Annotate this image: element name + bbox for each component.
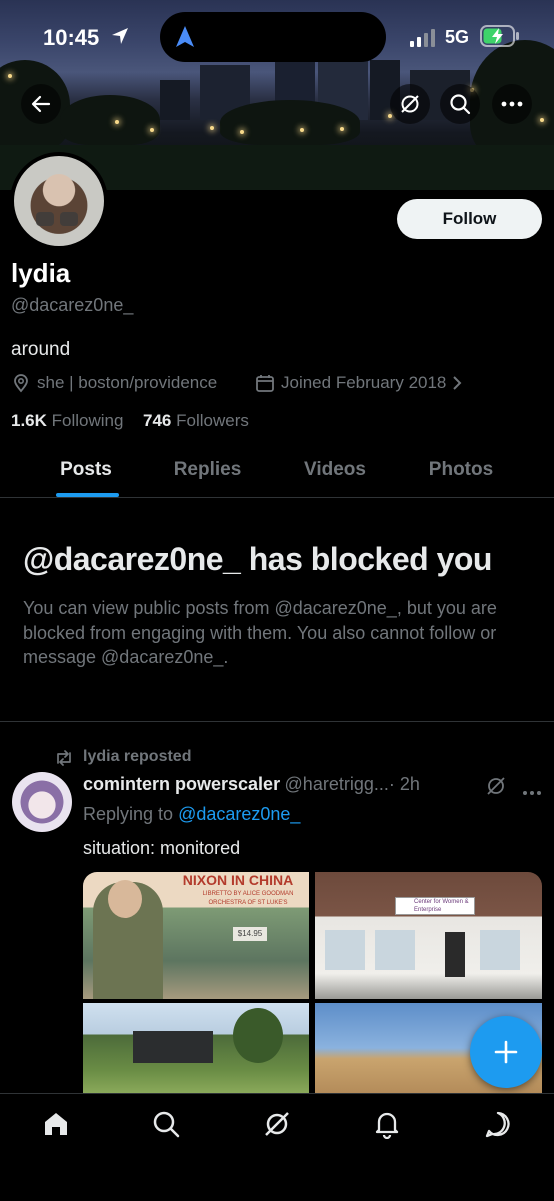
album-title: NIXON IN CHINA xyxy=(182,872,294,888)
dynamic-island xyxy=(160,12,386,62)
following-count: 1.6K xyxy=(11,411,47,430)
more-icon xyxy=(501,101,523,107)
contact-icon xyxy=(60,212,78,226)
compose-button[interactable] xyxy=(470,1016,542,1088)
building-door xyxy=(445,932,465,977)
following-count-link[interactable]: 1.6K Following xyxy=(11,411,123,431)
post-more-button[interactable] xyxy=(522,783,542,801)
following-label: Following xyxy=(51,411,124,430)
profile-location: she | boston/providence xyxy=(11,373,217,393)
post-image-building[interactable]: Center for Women & Enterprise xyxy=(315,872,542,999)
status-time: 10:45 xyxy=(43,25,100,50)
search-icon xyxy=(153,1111,180,1138)
post-time: · 2h xyxy=(388,774,420,794)
post-header: comintern powerscaler @haretrigg...· 2h xyxy=(83,774,420,795)
calendar-icon xyxy=(256,375,274,392)
repost-label[interactable]: lydia reposted xyxy=(83,748,191,766)
battery-icon xyxy=(480,25,520,52)
building-sign: Center for Women & Enterprise xyxy=(395,897,475,915)
building-window xyxy=(375,930,415,970)
repost-icon xyxy=(54,749,74,772)
nav-notifications[interactable] xyxy=(371,1108,403,1140)
post-image-album[interactable]: NIXON IN CHINA LIBRETTO BY ALICE GOODMAN… xyxy=(83,872,309,999)
post-image-park[interactable] xyxy=(83,1003,309,1093)
followers-count-link[interactable]: 746 Followers xyxy=(143,411,249,431)
search-button[interactable] xyxy=(440,84,480,124)
grok-icon xyxy=(265,1112,289,1136)
home-icon xyxy=(45,1113,67,1135)
nav-home[interactable] xyxy=(40,1108,72,1140)
replying-to-link[interactable]: @dacarez0ne_ xyxy=(178,804,300,824)
notifications-icon xyxy=(375,1112,399,1139)
nav-messages[interactable] xyxy=(482,1108,514,1140)
location-arrow-icon xyxy=(110,26,130,51)
profile-avatar[interactable] xyxy=(10,152,108,250)
nav-grok[interactable] xyxy=(261,1108,293,1140)
grok-post-button[interactable] xyxy=(485,775,507,802)
location-text: she | boston/providence xyxy=(37,373,218,392)
video-icon xyxy=(36,212,54,226)
album-subtitle: LIBRETTO BY ALICE GOODMAN xyxy=(202,891,294,897)
building-window xyxy=(325,930,365,970)
followers-label: Followers xyxy=(176,411,249,430)
tab-videos[interactable]: Videos xyxy=(290,459,380,509)
blocked-message: You can view public posts from @dacarez0… xyxy=(23,598,497,667)
building-window xyxy=(480,930,520,970)
post-author-avatar[interactable] xyxy=(12,772,72,832)
follow-button[interactable]: Follow xyxy=(397,199,542,239)
navigation-arrow-icon xyxy=(176,26,194,47)
followers-count: 746 xyxy=(143,411,172,430)
price-sticker: $14.95 xyxy=(233,927,267,941)
more-icon xyxy=(523,791,541,795)
search-icon xyxy=(450,94,471,115)
post-text: situation: monitored xyxy=(83,838,241,858)
signal-icon xyxy=(410,29,436,52)
profile-joined[interactable]: Joined February 2018 xyxy=(255,373,462,393)
section-divider xyxy=(0,721,554,722)
nav-search[interactable] xyxy=(150,1108,182,1140)
location-pin-icon xyxy=(14,374,28,393)
replying-to: Replying to @dacarez0ne_ xyxy=(83,804,300,825)
tabs-divider xyxy=(0,497,554,498)
slash-circle-icon xyxy=(487,777,505,795)
tab-photos[interactable]: Photos xyxy=(415,459,507,509)
slash-circle-icon xyxy=(401,95,419,113)
bottom-nav xyxy=(0,1093,554,1201)
post-author-name[interactable]: comintern powerscaler xyxy=(83,774,280,794)
profile-bio: around xyxy=(11,339,71,360)
plus-icon xyxy=(494,1040,518,1064)
tab-posts[interactable]: Posts xyxy=(45,459,127,509)
tab-replies[interactable]: Replies xyxy=(160,459,255,509)
back-button[interactable] xyxy=(21,84,61,124)
messages-icon xyxy=(485,1111,510,1138)
network-label: 5G xyxy=(445,27,470,47)
profile-name: lydia xyxy=(11,258,71,288)
more-button[interactable] xyxy=(492,84,532,124)
chevron-right-icon xyxy=(453,376,462,390)
replying-prefix: Replying to xyxy=(83,804,174,824)
profile-handle: @dacarez0ne_ xyxy=(11,295,134,315)
post-author-handle[interactable]: @haretrigg... xyxy=(285,774,389,794)
album-figure-head xyxy=(108,880,142,918)
park-tree xyxy=(233,1008,283,1063)
joined-text: Joined February 2018 xyxy=(281,373,447,392)
blocked-title: @dacarez0ne_ has blocked you xyxy=(23,541,492,577)
album-subtitle-2: ORCHESTRA OF ST LUKE'S xyxy=(208,900,288,906)
park-sign xyxy=(133,1031,213,1063)
arrow-left-icon xyxy=(31,95,51,113)
grok-button[interactable] xyxy=(390,84,430,124)
